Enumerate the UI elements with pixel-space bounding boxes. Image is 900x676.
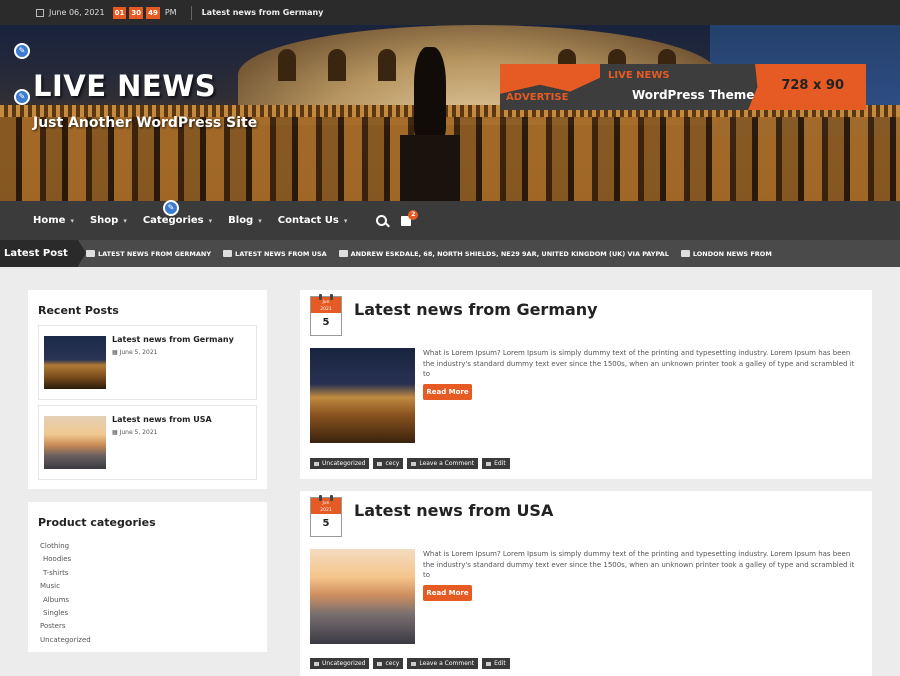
edit-pencil-icon[interactable]: ✎ bbox=[163, 200, 179, 216]
ad-size-text: 728 x 90 bbox=[781, 78, 844, 93]
top-bar: June 06, 2021 01 30 49 PM Latest news fr… bbox=[0, 0, 900, 25]
post-excerpt: What is Lorem Ipsum? Lorem Ipsum is simp… bbox=[423, 550, 855, 579]
site-tagline: Just Another WordPress Site bbox=[33, 115, 258, 131]
latest-post-ticker: Latest Post LATEST NEWS FROM GERMANY LAT… bbox=[0, 240, 900, 267]
post-meta: Uncategorized cecy Leave a Comment Edit bbox=[310, 658, 514, 669]
read-more-button[interactable]: Read More bbox=[423, 585, 472, 601]
pencil-icon bbox=[486, 661, 492, 666]
ticker-item[interactable]: LATEST NEWS FROM USA bbox=[223, 250, 327, 258]
author-tag[interactable]: cecy bbox=[373, 458, 404, 469]
edit-link[interactable]: Edit bbox=[482, 458, 510, 469]
current-date: June 06, 2021 bbox=[49, 8, 105, 17]
post-card: Jun 2021 5 Latest news from Germany What … bbox=[300, 290, 872, 479]
post-card: Jun 2021 5 Latest news from USA What is L… bbox=[300, 491, 872, 676]
ad-brand-text: LIVE NEWS bbox=[608, 70, 670, 81]
widget-title: Recent Posts bbox=[38, 304, 119, 317]
category-tag[interactable]: Uncategorized bbox=[310, 458, 370, 469]
image-icon bbox=[223, 250, 233, 257]
ticker-item[interactable]: ANDREW ESKDALE, 68, NORTH SHIELDS, NE29 … bbox=[338, 250, 669, 258]
folder-icon bbox=[314, 661, 319, 666]
recent-post-title[interactable]: Latest news from Germany bbox=[112, 335, 234, 344]
edit-pencil-icon[interactable]: ✎ bbox=[14, 89, 30, 105]
main-nav: Home ▾ Shop ▾ Categories ▾ Blog ▾ Contact Us… bbox=[0, 200, 900, 240]
ticker-item[interactable]: LONDON NEWS FROM bbox=[680, 250, 772, 258]
widget-title: Product categories bbox=[38, 516, 156, 529]
author-tag[interactable]: cecy bbox=[373, 658, 404, 669]
search-icon[interactable] bbox=[376, 215, 388, 226]
comment-icon bbox=[411, 461, 417, 466]
user-icon bbox=[377, 461, 383, 466]
site-header: ✎ LIVE NEWS ✎ Just Another WordPress Sit… bbox=[0, 25, 900, 201]
site-title[interactable]: LIVE NEWS bbox=[33, 69, 216, 103]
edit-link[interactable]: Edit bbox=[482, 658, 510, 669]
comment-link[interactable]: Leave a Comment bbox=[407, 458, 479, 469]
post-image[interactable] bbox=[310, 348, 415, 443]
clock-minutes: 30 bbox=[129, 6, 144, 19]
user-icon bbox=[377, 661, 383, 666]
category-link[interactable]: Hoodies bbox=[40, 553, 91, 566]
edit-pencil-icon[interactable]: ✎ bbox=[14, 43, 30, 59]
clock-seconds: 49 bbox=[146, 6, 160, 19]
recent-post-date: ▦ June 5, 2021 bbox=[112, 429, 158, 436]
post-title[interactable]: Latest news from USA bbox=[354, 501, 553, 520]
post-image[interactable] bbox=[310, 549, 415, 644]
chevron-down-icon: ▾ bbox=[208, 216, 213, 225]
category-tag[interactable]: Uncategorized bbox=[310, 658, 370, 669]
post-excerpt: What is Lorem Ipsum? Lorem Ipsum is simp… bbox=[423, 349, 855, 378]
image-icon bbox=[680, 250, 690, 257]
cart-count-badge: 2 bbox=[408, 209, 419, 220]
ad-theme-text: WordPress Theme bbox=[632, 88, 755, 102]
chevron-down-icon: ▾ bbox=[258, 216, 262, 225]
nav-item-contact[interactable]: Contact Us ▾ bbox=[278, 215, 348, 226]
ad-banner[interactable]: ADVERTISE LIVE NEWS WordPress Theme 728 … bbox=[500, 64, 866, 110]
category-link[interactable]: Posters bbox=[40, 620, 91, 633]
top-headline-link[interactable]: Latest news from Germany bbox=[202, 8, 324, 17]
read-more-button[interactable]: Read More bbox=[423, 384, 472, 400]
image-icon bbox=[338, 250, 348, 257]
category-link[interactable]: T-shirts bbox=[40, 567, 91, 580]
post-date-badge: Jun 2021 5 bbox=[310, 294, 342, 336]
recent-post-item[interactable]: Latest news from Germany ▦ June 5, 2021 bbox=[38, 325, 257, 400]
nav-item-categories[interactable]: Categories ▾ bbox=[143, 215, 212, 226]
category-link[interactable]: Albums bbox=[40, 594, 91, 607]
post-thumbnail[interactable] bbox=[44, 416, 106, 469]
pencil-icon bbox=[486, 461, 492, 466]
divider bbox=[190, 5, 192, 20]
chevron-down-icon: ▾ bbox=[70, 216, 74, 225]
category-link[interactable]: Singles bbox=[40, 607, 91, 620]
recent-post-item[interactable]: Latest news from USA ▦ June 5, 2021 bbox=[38, 405, 257, 480]
nav-item-blog[interactable]: Blog ▾ bbox=[228, 215, 262, 226]
chevron-down-icon: ▾ bbox=[123, 216, 127, 225]
product-categories-widget: Product categories Clothing Hoodies T-sh… bbox=[28, 502, 267, 652]
post-meta: Uncategorized cecy Leave a Comment Edit bbox=[310, 458, 514, 469]
ad-advertise-text: ADVERTISE bbox=[506, 92, 569, 103]
category-link[interactable]: Music bbox=[40, 580, 91, 593]
recent-posts-widget: Recent Posts Latest news from Germany ▦ … bbox=[28, 290, 267, 489]
nav-item-home[interactable]: Home ▾ bbox=[33, 215, 74, 226]
image-icon bbox=[86, 250, 95, 257]
folder-icon bbox=[314, 461, 319, 466]
ticker-item[interactable]: LATEST NEWS FROM GERMANY bbox=[86, 250, 211, 258]
cart-icon[interactable]: 2 bbox=[401, 209, 419, 226]
category-link[interactable]: Clothing bbox=[40, 540, 91, 553]
post-thumbnail[interactable] bbox=[44, 336, 106, 389]
comment-link[interactable]: Leave a Comment bbox=[407, 658, 479, 669]
post-title[interactable]: Latest news from Germany bbox=[354, 300, 598, 319]
clock-hours: 01 bbox=[112, 6, 127, 19]
comment-icon bbox=[411, 661, 417, 666]
chevron-down-icon: ▾ bbox=[343, 216, 348, 225]
ticker-label: Latest Post bbox=[0, 240, 86, 267]
category-link[interactable]: Uncategorized bbox=[40, 634, 91, 647]
calendar-icon bbox=[36, 8, 44, 17]
post-date-badge: Jun 2021 5 bbox=[310, 495, 342, 537]
recent-post-title[interactable]: Latest news from USA bbox=[112, 415, 212, 424]
nav-item-shop[interactable]: Shop ▾ bbox=[90, 215, 127, 226]
recent-post-date: ▦ June 5, 2021 bbox=[112, 349, 158, 356]
category-list: Clothing Hoodies T-shirts Music Albums S… bbox=[40, 540, 91, 647]
clock-ampm: PM bbox=[164, 8, 177, 17]
